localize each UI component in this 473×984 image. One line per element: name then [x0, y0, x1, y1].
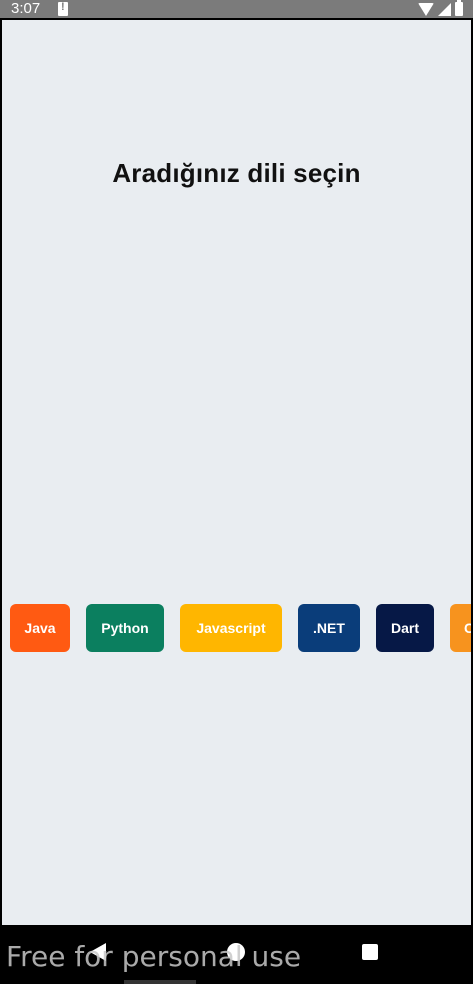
wifi-icon — [418, 2, 434, 16]
chip-label: .NET — [313, 620, 345, 636]
chip-label: Python — [101, 620, 149, 636]
chip-java[interactable]: Java — [10, 604, 70, 652]
chip-javascript[interactable]: Javascript — [180, 604, 282, 652]
navigation-bar — [0, 926, 473, 984]
nav-indicator — [124, 980, 196, 984]
chip-label: Java — [24, 620, 56, 636]
chip-python[interactable]: Python — [86, 604, 164, 652]
chip-dotnet[interactable]: .NET — [298, 604, 360, 652]
recents-icon[interactable] — [362, 944, 378, 960]
chip-dart[interactable]: Dart — [376, 604, 434, 652]
chip-label: C — [464, 620, 471, 636]
chip-label: Dart — [390, 620, 419, 636]
page-title: Aradığınız dili seçin — [112, 158, 361, 188]
chip-label: Javascript — [196, 620, 266, 636]
phone-screen: 3:07 Aradığınız dili seçin Java Python J… — [0, 0, 473, 984]
back-icon[interactable] — [90, 943, 106, 961]
chip-c-partial[interactable]: C — [450, 604, 471, 652]
home-icon[interactable] — [227, 943, 245, 961]
status-bar: 3:07 — [0, 0, 473, 18]
battery-icon — [455, 0, 463, 16]
app-screen: Aradığınız dili seçin Java Python Javasc… — [2, 20, 471, 925]
notification-icon — [58, 1, 68, 16]
status-icons — [418, 0, 463, 17]
language-chip-row[interactable]: Java Python Javascript .NET Dart C — [10, 604, 471, 652]
signal-icon — [438, 2, 451, 16]
status-time: 3:07 — [11, 0, 41, 17]
